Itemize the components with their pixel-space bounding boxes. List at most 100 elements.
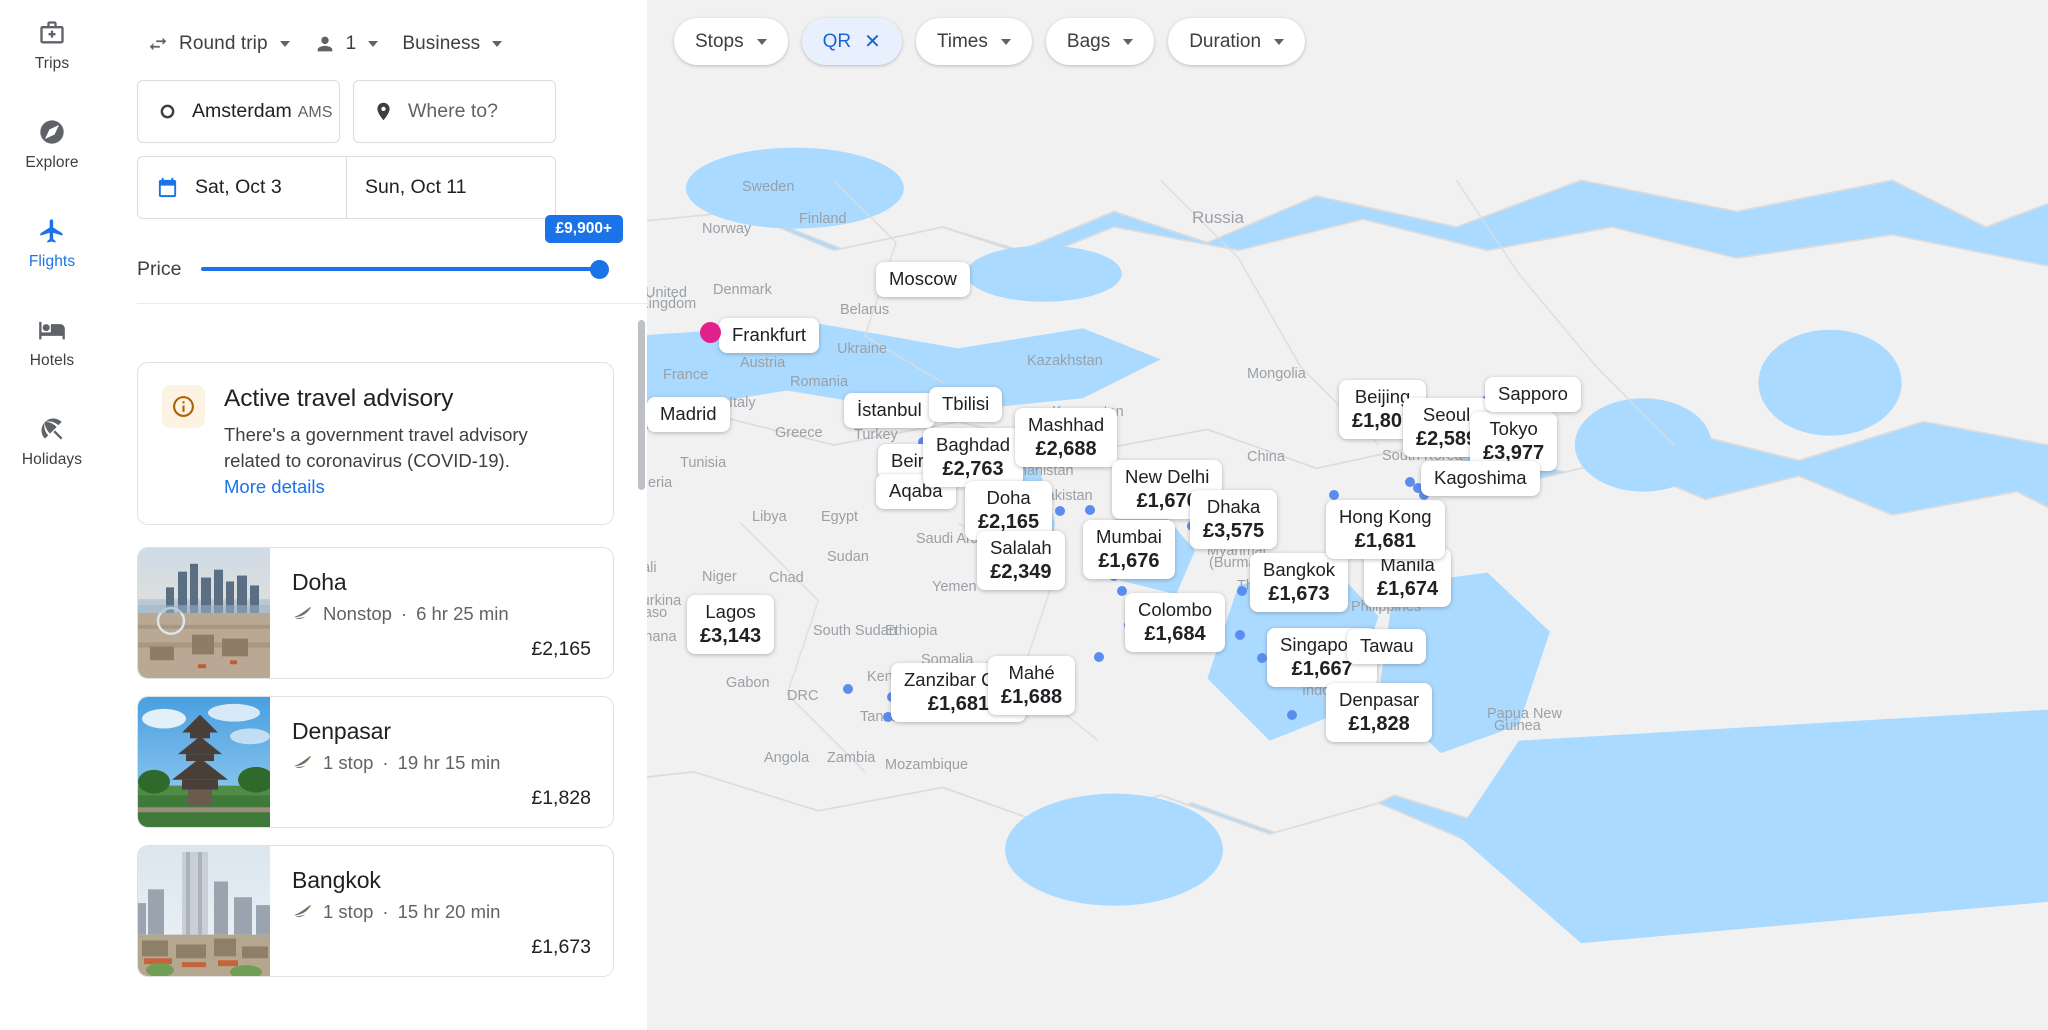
map-label-city: Madrid xyxy=(660,403,717,424)
map-label-city: Salalah xyxy=(990,537,1052,558)
destination-card-bangkok[interactable]: Bangkok 1 stop · 15 hr 20 min £1,673 xyxy=(137,844,614,977)
chevron-down-icon xyxy=(1123,38,1134,45)
passenger-selector[interactable]: 1 xyxy=(304,25,389,63)
map-destination-label[interactable]: Baghdad £2,763 xyxy=(923,428,1024,488)
map-origin-marker[interactable] xyxy=(700,322,721,343)
destination-map[interactable]: Stops QR ✕ Times Bags Duration IcelandNo… xyxy=(647,0,2048,1030)
map-destination-label[interactable]: Tbilisi xyxy=(929,387,1003,422)
map-destination-label[interactable]: Salalah £2,349 xyxy=(977,531,1065,591)
map-destination-dot[interactable] xyxy=(1094,652,1104,662)
map-label-city: Tbilisi xyxy=(942,393,990,414)
map-destination-dot[interactable] xyxy=(843,684,853,694)
date-range-field: Sat, Oct 3 Sun, Oct 11 xyxy=(137,156,556,219)
filter-chip-bags[interactable]: Bags xyxy=(1045,18,1155,65)
stops-text: Nonstop xyxy=(323,602,392,624)
map-label-price: £2,688 xyxy=(1035,437,1097,460)
filter-chip-label: QR xyxy=(822,30,852,52)
map-destination-label[interactable]: Tawau xyxy=(1347,629,1427,664)
filter-chip-times[interactable]: Times xyxy=(915,18,1032,65)
stops-text: 1 stop xyxy=(323,900,374,922)
map-label-city: Frankfurt xyxy=(732,324,807,345)
map-destination-label[interactable]: Sapporo xyxy=(1485,377,1581,412)
destination-card-denpasar[interactable]: Denpasar 1 stop · 19 hr 15 min £1,828 xyxy=(137,695,614,828)
country-label: DRC xyxy=(787,688,819,704)
map-label-price: £2,763 xyxy=(942,457,1004,480)
flight-meta: 1 stop · 19 hr 15 min xyxy=(292,752,591,774)
filter-chip-duration[interactable]: Duration xyxy=(1168,18,1306,65)
meta-separator: · xyxy=(400,602,408,624)
bangkok-card-body: Bangkok 1 stop · 15 hr 20 min £1,673 xyxy=(270,846,613,976)
map-destination-label[interactable]: Hong Kong £1,681 xyxy=(1326,500,1445,560)
map-destination-dot[interactable] xyxy=(1287,710,1297,720)
cabin-class-selector[interactable]: Business xyxy=(392,25,512,63)
map-destination-label[interactable]: Mahé £1,688 xyxy=(988,656,1076,716)
map-destination-label[interactable]: Dhaka £3,575 xyxy=(1190,490,1278,550)
flight-meta: 1 stop · 15 hr 20 min xyxy=(292,901,591,923)
country-label: Mozambique xyxy=(885,757,969,773)
map-destination-label[interactable]: Denpasar £1,828 xyxy=(1326,683,1433,743)
price-slider[interactable] xyxy=(201,259,609,279)
depart-date-input[interactable]: Sat, Oct 3 xyxy=(138,157,346,218)
advisory-more-details-link[interactable]: More details xyxy=(224,476,325,498)
calendar-icon xyxy=(158,177,177,198)
sidebar-item-label: Explore xyxy=(25,154,79,171)
sidebar-item-hotels[interactable]: Hotels xyxy=(0,315,104,370)
map-destination-dot[interactable] xyxy=(1237,586,1247,596)
trip-type-selector[interactable]: Round trip xyxy=(137,25,300,63)
sidebar-item-flights[interactable]: Flights xyxy=(0,216,104,271)
map-label-price: £1,688 xyxy=(1001,685,1063,708)
duration-text: 19 hr 15 min xyxy=(397,751,501,773)
map-destination-label[interactable]: Bangkok £1,673 xyxy=(1250,553,1348,613)
map-destination-dot[interactable] xyxy=(1055,506,1065,516)
map-destination-label[interactable]: Colombo £1,684 xyxy=(1125,593,1226,653)
destination-card-doha[interactable]: Doha Nonstop · 6 hr 25 min £2,165 xyxy=(137,546,614,679)
sidebar-item-trips[interactable]: Trips xyxy=(0,18,104,73)
close-icon[interactable]: ✕ xyxy=(864,32,881,52)
map-destination-label[interactable]: Mashhad £2,688 xyxy=(1015,408,1118,468)
map-label-price: £1,828 xyxy=(1348,712,1410,735)
map-destination-dot[interactable] xyxy=(1235,630,1245,640)
map-destination-label[interactable]: İstanbul xyxy=(844,393,935,428)
slider-track xyxy=(201,267,607,271)
return-date-input[interactable]: Sun, Oct 11 xyxy=(346,157,555,218)
info-icon xyxy=(162,385,205,428)
map-destination-label[interactable]: Frankfurt xyxy=(719,318,820,353)
country-label: Gabon xyxy=(726,675,770,691)
destination-input[interactable]: Where to? xyxy=(353,80,556,143)
map-destination-dot[interactable] xyxy=(1117,586,1127,596)
trip-type-label: Round trip xyxy=(179,33,268,54)
map-label-city: New Delhi xyxy=(1125,466,1210,487)
filter-chip-stops[interactable]: Stops xyxy=(674,18,788,65)
map-label-price: £3,143 xyxy=(700,624,762,647)
map-destination-dot[interactable] xyxy=(1257,653,1267,663)
destination-city: Denpasar xyxy=(292,717,391,744)
map-label-city: İstanbul xyxy=(857,399,922,420)
hotels-icon xyxy=(37,315,67,345)
map-destination-label[interactable]: Moscow xyxy=(876,262,970,297)
results-scrollbar[interactable] xyxy=(638,320,645,490)
google-flights-explore: Trips Explore Flights Hotels Holidays Ro… xyxy=(0,0,2048,1030)
country-label: Finland xyxy=(799,211,847,227)
denpasar-card-body: Denpasar 1 stop · 19 hr 15 min £1,828 xyxy=(270,697,613,827)
filter-chip-qr-airline[interactable]: QR ✕ xyxy=(801,18,902,65)
stops-text: 1 stop xyxy=(323,751,374,773)
return-date-text: Sun, Oct 11 xyxy=(365,176,467,198)
country-label: Kazakhstan xyxy=(1027,353,1103,369)
price-filter-label: Price xyxy=(137,257,182,280)
map-destination-label[interactable]: Madrid xyxy=(647,397,730,432)
country-label: Libya xyxy=(752,509,787,525)
duration-text: 6 hr 25 min xyxy=(416,602,509,624)
map-destination-label[interactable]: Kagoshima xyxy=(1421,461,1540,496)
swap-arrows-icon xyxy=(149,37,167,51)
results-list[interactable]: Active travel advisory There's a governm… xyxy=(104,340,647,1030)
sidebar-item-holidays[interactable]: Holidays xyxy=(0,414,104,469)
slider-knob[interactable] xyxy=(590,259,609,279)
origin-input[interactable]: Amsterdam AMS xyxy=(137,80,340,143)
doha-card-body: Doha Nonstop · 6 hr 25 min £2,165 xyxy=(270,548,613,678)
map-destination-label[interactable]: Mumbai £1,676 xyxy=(1083,520,1175,580)
map-destination-label[interactable]: Lagos £3,143 xyxy=(687,595,775,655)
sidebar-item-explore[interactable]: Explore xyxy=(0,117,104,172)
map-destination-dot[interactable] xyxy=(1085,505,1095,515)
map-label-city: Tawau xyxy=(1360,635,1414,656)
map-destination-dot[interactable] xyxy=(1329,490,1339,500)
